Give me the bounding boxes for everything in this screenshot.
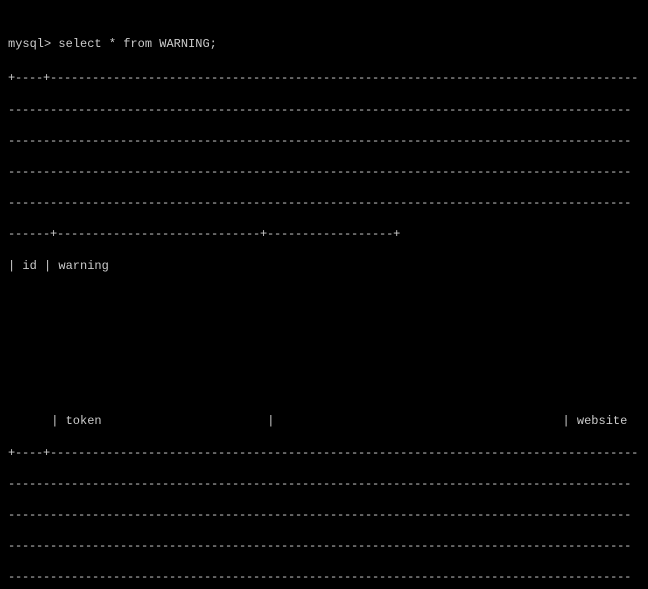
separator: ----------------------------------------…: [8, 508, 640, 524]
query-line: mysql> select * from WARNING;: [8, 37, 217, 51]
column-header-spacer: [8, 352, 640, 368]
column-header-spacer: [8, 321, 640, 337]
column-header-spacer: [8, 383, 640, 399]
prompt: mysql>: [8, 37, 58, 51]
separator: +----+----------------------------------…: [8, 71, 640, 87]
separator: ----------------------------------------…: [8, 477, 640, 493]
column-header-row2: | token | | website: [8, 414, 640, 430]
terminal-output: mysql> select * from WARNING; +----+----…: [0, 0, 648, 589]
column-header-spacer: [8, 290, 640, 306]
separator: ----------------------------------------…: [8, 103, 640, 119]
separator: +----+----------------------------------…: [8, 446, 640, 462]
column-header-row: | id | warning: [8, 259, 640, 275]
separator: ----------------------------------------…: [8, 196, 640, 212]
separator: ----------------------------------------…: [8, 570, 640, 586]
sql-query: select * from WARNING;: [58, 37, 216, 51]
separator: ----------------------------------------…: [8, 165, 640, 181]
separator: ------+-----------------------------+---…: [8, 227, 640, 243]
separator: ----------------------------------------…: [8, 539, 640, 555]
separator: ----------------------------------------…: [8, 134, 640, 150]
